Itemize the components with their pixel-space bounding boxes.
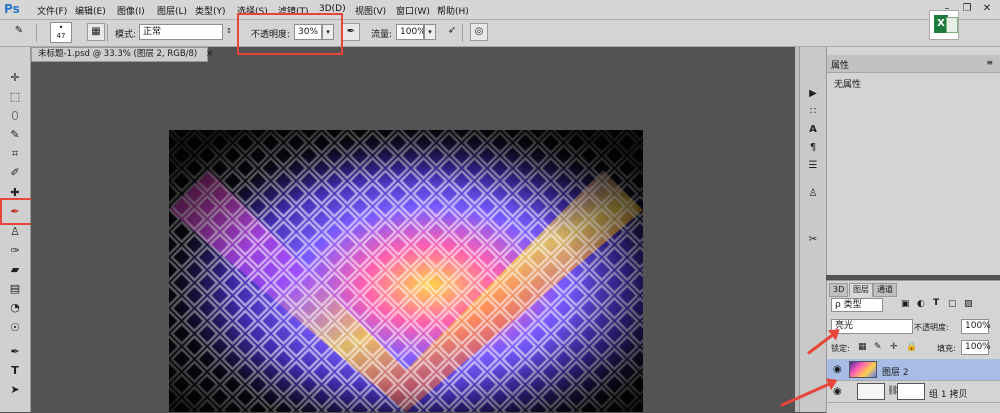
brush-size-value: 47 (56, 32, 66, 40)
gradient-tool-icon[interactable]: ▤ (5, 280, 25, 298)
properties-header: 属性 ≡ (827, 55, 1000, 73)
blur-tool-icon[interactable]: ◔ (5, 299, 25, 317)
layers-panel: 3D 图层 通道 ρ 类型 ▣ ◐ T ▢ ▨ 亮光 不透明度: 100% 锁定… (826, 280, 1000, 413)
blend-mode-select[interactable]: 亮光 (831, 319, 913, 334)
restore-icon[interactable]: ❐ (958, 2, 976, 16)
opacity-highlight-box (237, 13, 343, 55)
lock-row: 锁定: ▦ ✎ ✛ 🔒 填充: 100% (827, 340, 1000, 357)
airbrush-icon[interactable]: ➶ (443, 23, 461, 41)
tab-channels[interactable]: 通道 (873, 283, 897, 297)
lock-transparent-icon[interactable]: ▦ (858, 342, 867, 352)
menu-bar: Ps 文件(F) 编辑(E) 图像(I) 图层(L) 类型(Y) 选择(S) 滤… (0, 0, 1000, 20)
fill-input[interactable]: 100% (961, 340, 991, 355)
lock-pixels-icon[interactable]: ✎ (874, 342, 882, 352)
brush-presets-icon[interactable]: ♙ (804, 187, 822, 201)
dodge-tool-icon[interactable]: ☉ (5, 319, 25, 337)
close-icon[interactable]: ✕ (978, 2, 996, 16)
fill-label: 填充: (937, 344, 956, 353)
flow-label: 流量: (371, 30, 393, 40)
layer-opacity-label: 不透明度: (914, 323, 949, 332)
layer-name[interactable]: 图层 2 (882, 365, 909, 378)
brush-panel-toggle-icon[interactable]: ▦ (87, 23, 105, 41)
mask-thumbnail (897, 383, 925, 400)
pen-tool-icon[interactable]: ✒ (5, 343, 25, 361)
menu-window[interactable]: 窗口(W) (396, 4, 430, 17)
document-title: 未标题-1.psd @ 33.3% (图层 2, RGB/8) (38, 49, 198, 59)
path-select-tool-icon[interactable]: ➤ (5, 381, 25, 399)
lattice-artwork (169, 130, 643, 412)
quick-select-tool-icon[interactable]: ✎ (5, 126, 25, 144)
character-icon[interactable]: ∷ (804, 105, 822, 119)
filter-adjust-icon[interactable]: ◐ (917, 299, 925, 309)
tools-panel: ✛ ⬚ ⬯ ✎ ⌗ ✐ ✚ ✒ ♙ ✑ ▰ ▤ ◔ ☉ ✒ T ➤ (0, 47, 31, 412)
menu-edit[interactable]: 编辑(E) (75, 4, 106, 17)
filter-smart-icon[interactable]: ▨ (964, 299, 973, 309)
clone-stamp-tool-icon[interactable]: ♙ (5, 223, 25, 241)
chevron-updown-icon: ↕ (226, 27, 232, 35)
brush-dot-icon: • (58, 23, 64, 32)
play-icon[interactable]: ▶ (804, 87, 822, 101)
pressure-size-icon[interactable]: ◎ (470, 23, 488, 41)
lock-position-icon[interactable]: ✛ (890, 342, 898, 352)
eyedropper-tool-icon[interactable]: ✐ (5, 164, 25, 182)
lock-label: 锁定: (831, 344, 850, 353)
mode-select[interactable]: 正常 (139, 24, 223, 40)
layer-thumbnail (857, 383, 885, 400)
marquee-tool-icon[interactable]: ⬚ (5, 88, 25, 106)
brush-tool-icon[interactable]: ✎ (10, 23, 28, 41)
blend-row: 亮光 不透明度: 100% (827, 319, 1000, 336)
properties-icon[interactable]: ☰ (804, 159, 822, 173)
flow-input[interactable]: 100% (396, 24, 426, 40)
type-tool-icon[interactable]: T (5, 362, 25, 380)
history-brush-tool-icon[interactable]: ✑ (5, 242, 25, 260)
panel-dock: ▶ ∷ A ¶ ☰ ♙ ✂ (799, 47, 826, 412)
options-bar: ✎ • 47 ▦ 模式: 正常 ↕ 不透明度: 30% ▾ ✒ 流量: 100%… (0, 20, 1000, 47)
lock-all-icon[interactable]: 🔒 (906, 342, 917, 352)
close-tab-icon[interactable]: × (206, 49, 213, 59)
divider (107, 24, 108, 42)
pressure-opacity-icon[interactable]: ✒ (342, 23, 360, 41)
flow-dropdown-icon[interactable]: ▾ (424, 24, 436, 40)
layer-opacity-input[interactable]: 100% (961, 319, 991, 334)
divider (462, 24, 463, 42)
eraser-tool-icon[interactable]: ▰ (5, 261, 25, 279)
filter-shape-icon[interactable]: ▢ (948, 299, 957, 309)
excel-icon[interactable]: X (929, 10, 959, 40)
layer-thumbnail (849, 361, 877, 378)
menu-file[interactable]: 文件(F) (37, 4, 67, 17)
properties-tab[interactable]: 属性 (831, 58, 849, 71)
document-tab[interactable]: 未标题-1.psd @ 33.3% (图层 2, RGB/8) × (31, 47, 213, 62)
menu-image[interactable]: 图像(I) (117, 4, 145, 17)
properties-panel: 属性 ≡ 无属性 (826, 47, 1000, 275)
mode-label: 模式: (115, 30, 137, 40)
brush-preset-picker[interactable]: • 47 (50, 22, 72, 43)
menu-help[interactable]: 帮助(H) (437, 4, 469, 17)
menu-type[interactable]: 类型(Y) (195, 4, 226, 17)
layer-filter-row: ρ 类型 ▣ ◐ T ▢ ▨ (827, 298, 1000, 315)
filter-pixel-icon[interactable]: ▣ (901, 299, 910, 309)
tab-layers[interactable]: 图层 (849, 283, 873, 297)
panel-menu-icon[interactable]: ≡ (986, 58, 993, 67)
layer-row-selected[interactable]: ◉ 图层 2 (827, 359, 1000, 381)
paragraph-icon[interactable]: ¶ (804, 141, 822, 155)
menu-view[interactable]: 视图(V) (355, 4, 386, 17)
lasso-tool-icon[interactable]: ⬯ (5, 107, 25, 125)
filter-type-icon[interactable]: T (933, 298, 939, 308)
move-tool-icon[interactable]: ✛ (5, 69, 25, 87)
layer-row[interactable]: ◉ ⛓ 组 1 拷贝 (827, 381, 1000, 403)
tab-3d[interactable]: 3D (829, 283, 849, 297)
layer-filter-select[interactable]: ρ 类型 (831, 298, 883, 312)
properties-content: 无属性 (834, 80, 862, 90)
document-image[interactable] (169, 130, 643, 412)
sheet-grid-icon (946, 17, 958, 33)
layer-name[interactable]: 组 1 拷贝 (929, 387, 967, 400)
type-a-icon[interactable]: A (804, 123, 822, 137)
divider (36, 24, 37, 42)
crop-tool-icon[interactable]: ⌗ (5, 145, 25, 163)
photoshop-logo: Ps (4, 2, 20, 16)
menu-layer[interactable]: 图层(L) (157, 4, 187, 17)
tools-preset-icon[interactable]: ✂ (804, 233, 822, 247)
